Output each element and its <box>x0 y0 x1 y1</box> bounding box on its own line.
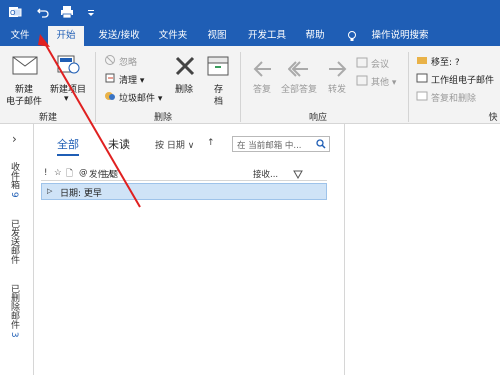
reply-button[interactable]: 答复 <box>253 82 271 95</box>
team-email-icon <box>416 73 428 83</box>
svg-text:O: O <box>10 9 16 17</box>
ribbon-separator <box>95 52 96 122</box>
sort-by-date[interactable]: 按 日期 ∨ <box>155 138 194 151</box>
group-respond-label: 响应 <box>308 113 327 123</box>
forward-button[interactable]: 转发 <box>328 82 346 95</box>
archive-label-2[interactable]: 档 <box>214 94 223 107</box>
reading-pane <box>346 124 500 375</box>
meeting-icon <box>356 57 368 68</box>
ignore-button[interactable]: 忽略 <box>119 55 137 68</box>
reply-delete-icon <box>416 91 428 101</box>
flag-icon[interactable] <box>293 170 303 179</box>
group-new-label: 新建 <box>38 113 57 123</box>
search-placeholder: 在 当前邮箱 中... <box>237 141 302 151</box>
search-input[interactable]: 在 当前邮箱 中... <box>232 136 330 152</box>
delete-icon <box>175 56 195 76</box>
date-group-row[interactable]: ▷ 日期: 更早 <box>41 183 327 200</box>
new-items-icon <box>57 55 80 74</box>
tab-help[interactable]: 帮助 <box>298 26 332 46</box>
ignore-icon <box>105 55 115 65</box>
junk-button[interactable]: 垃圾邮件 ▾ <box>119 91 162 104</box>
tab-folder[interactable]: 文件夹 <box>152 26 194 46</box>
group-quick-steps-label: 快 <box>488 113 498 123</box>
col-icon[interactable]: 🗋 <box>66 168 73 182</box>
junk-icon <box>105 92 115 100</box>
folder-inbox[interactable]: 收件箱 9 <box>8 162 21 198</box>
meeting-button[interactable]: 会议 <box>371 57 389 70</box>
folder-pane: › 收件箱 9 已发送邮件 已删除邮件 3 <box>0 124 34 375</box>
outlook-app-icon[interactable]: O <box>8 5 22 19</box>
col-received[interactable]: 接收... <box>253 168 278 180</box>
ribbon: 新建 电子邮件 新建项目 ▾ 新建 忽略 清理 ▾ 垃圾邮件 ▾ 删除 存 档 … <box>0 46 500 124</box>
team-email-button[interactable]: 工作组电子邮件 <box>431 73 494 86</box>
cleanup-icon <box>105 73 115 83</box>
lightbulb-icon <box>348 31 356 41</box>
folder-deleted[interactable]: 已删除邮件 3 <box>8 284 21 338</box>
tab-developer[interactable]: 开发工具 <box>240 26 294 46</box>
col-importance[interactable]: ! <box>44 168 47 178</box>
message-list: 全部 未读 按 日期 ∨ ↑ 在 当前邮箱 中... ! ☆ 🗋 @ 发件人 主… <box>35 124 345 375</box>
tell-me-search[interactable]: 操作说明搜索 <box>362 26 438 46</box>
reply-delete-button[interactable]: 答复和删除 <box>431 91 476 104</box>
title-bar: O <box>0 0 500 26</box>
group-delete-label: 删除 <box>153 113 172 123</box>
print-icon[interactable] <box>60 5 74 19</box>
date-group-label: 日期: 更早 <box>60 189 102 199</box>
expand-group-icon[interactable]: ▷ <box>47 187 52 195</box>
undo-icon[interactable] <box>36 5 50 19</box>
col-subject[interactable]: 主题 <box>101 168 118 180</box>
outlook-window: O 文件 开始 发送/接收 文件夹 视图 开发工具 帮助 操作说明搜索 新建 电… <box>0 0 500 375</box>
tab-send-receive[interactable]: 发送/接收 <box>92 26 146 46</box>
filter-unread[interactable]: 未读 <box>108 136 130 152</box>
search-icon[interactable] <box>316 139 326 149</box>
sort-direction[interactable]: ↑ <box>207 138 215 148</box>
tab-home[interactable]: 开始 <box>48 26 84 46</box>
reply-icon <box>253 61 271 77</box>
archive-icon <box>207 56 229 76</box>
reply-all-icon <box>288 61 308 77</box>
new-items-dropdown[interactable]: ▾ <box>64 94 69 104</box>
reply-all-button[interactable]: 全部答复 <box>281 82 317 95</box>
new-email-label-2[interactable]: 电子邮件 <box>6 94 42 107</box>
forward-icon <box>329 61 347 77</box>
move-to-icon <box>417 57 427 64</box>
new-email-icon <box>12 56 38 75</box>
ribbon-tabs: 文件 开始 发送/接收 文件夹 视图 开发工具 帮助 操作说明搜索 <box>0 26 500 46</box>
expand-folder-pane-button[interactable]: › <box>12 132 17 146</box>
customize-qat-icon[interactable] <box>84 5 98 19</box>
delete-button[interactable]: 删除 <box>175 82 193 95</box>
folder-sent[interactable]: 已发送邮件 <box>8 219 21 264</box>
tab-file[interactable]: 文件 <box>0 26 40 46</box>
ribbon-separator <box>240 52 241 122</box>
tab-view[interactable]: 视图 <box>200 26 234 46</box>
column-header: ! ☆ 🗋 @ 发件人 主题 接收... <box>41 167 327 181</box>
filter-all[interactable]: 全部 <box>57 136 79 156</box>
col-reminder[interactable]: ☆ <box>54 168 62 178</box>
more-respond-icon <box>356 75 368 86</box>
ribbon-separator <box>408 52 409 122</box>
more-respond-button[interactable]: 其他 ▾ <box>371 75 396 88</box>
cleanup-button[interactable]: 清理 ▾ <box>119 73 144 86</box>
move-to-button[interactable]: 移至: ? <box>431 55 460 68</box>
col-attachment[interactable]: @ <box>79 168 88 178</box>
